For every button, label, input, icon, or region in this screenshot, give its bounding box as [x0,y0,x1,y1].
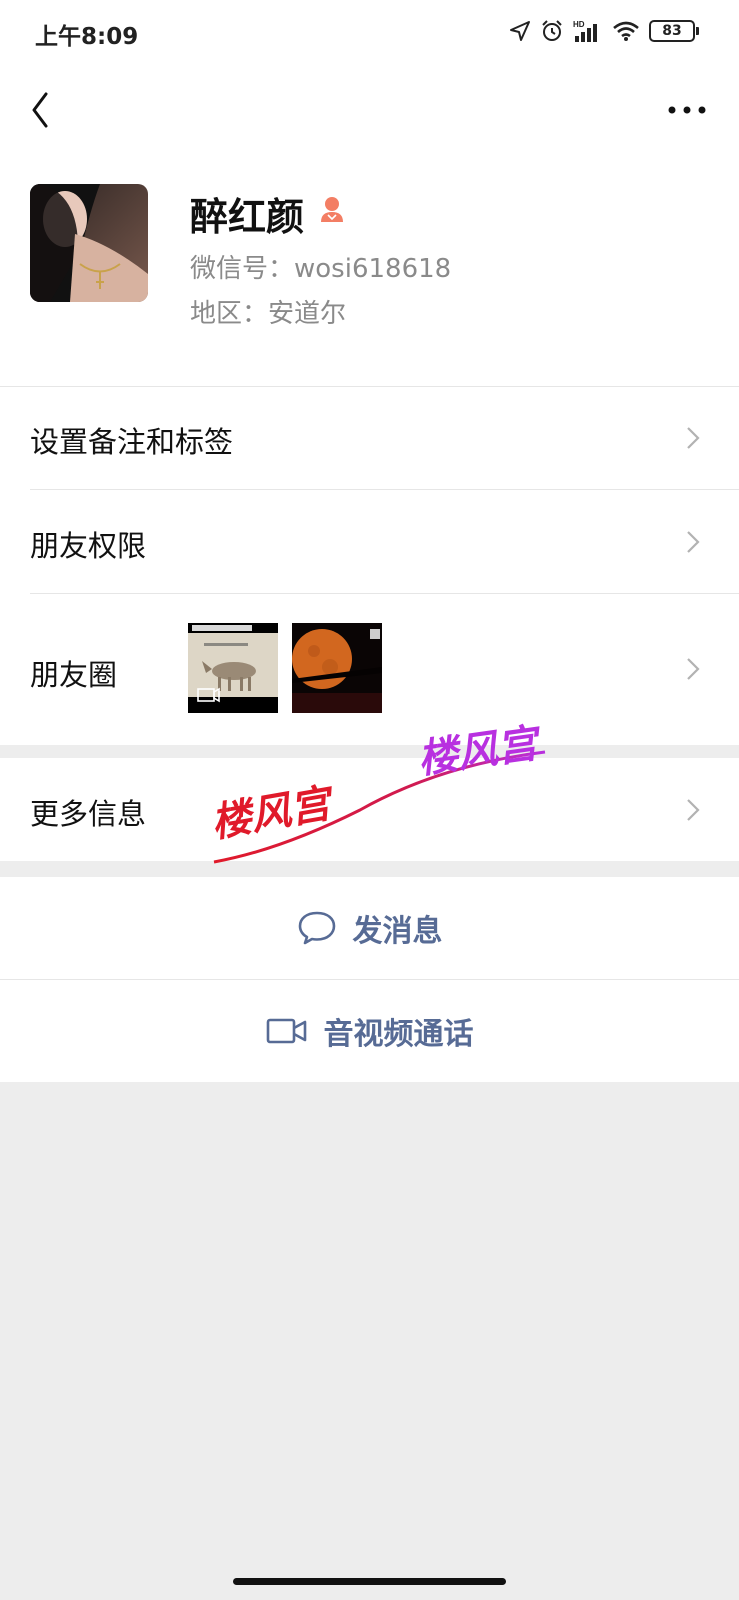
row-permission[interactable]: 朋友权限 [0,490,739,593]
row-remark[interactable]: 设置备注和标签 [0,387,739,489]
battery-level: 83 [649,20,695,42]
row-remark-label: 设置备注和标签 [30,425,234,459]
profile-name: 醉红颜 [190,195,305,239]
avatar[interactable] [30,184,148,302]
svg-text:HD: HD [573,20,585,29]
moments-thumbnail-video[interactable] [188,623,278,713]
video-call-button[interactable]: 音视频通话 [0,980,739,1082]
region: 地区：安道尔 [190,299,347,329]
profile-card: 上午8:09 HD 83 醉红颜 微信号：wosi618618 地区：安道尔 设… [0,0,739,745]
chevron-right-icon [687,799,700,821]
watermark-text-right: 楼风宫 [415,720,545,783]
video-call-label: 音视频通话 [323,1017,474,1052]
wechat-id: 微信号：wosi618618 [190,254,452,284]
watermark: 楼风宫 楼风宫 [200,715,560,875]
female-icon [321,197,343,222]
row-permission-label: 朋友权限 [30,529,147,563]
wifi-icon [613,21,639,41]
chevron-right-icon [687,531,700,553]
row-moments-label: 朋友圈 [30,658,118,692]
chevron-right-icon [687,427,700,449]
send-message-button[interactable]: 发消息 [0,877,739,979]
moments-thumbnail-moon[interactable] [292,623,382,713]
status-bar: 上午8:09 HD 83 [0,0,739,64]
alarm-icon [542,20,562,41]
send-message-label: 发消息 [352,914,443,949]
location-icon [510,21,530,41]
chevron-right-icon [687,658,700,680]
more-dots-icon[interactable] [665,95,709,125]
status-time: 上午8:09 [35,24,139,50]
chevron-left-icon[interactable] [22,90,62,130]
chat-bubble-icon [298,911,335,945]
battery-icon: 83 [649,20,699,42]
video-camera-icon [266,1018,306,1044]
watermark-text-left: 楼风宫 [208,780,339,847]
hd-signal-icon: HD [573,20,597,42]
home-indicator[interactable] [233,1578,506,1585]
row-more-info-label: 更多信息 [30,797,147,831]
action-panel: 发消息 音视频通话 [0,877,739,1082]
